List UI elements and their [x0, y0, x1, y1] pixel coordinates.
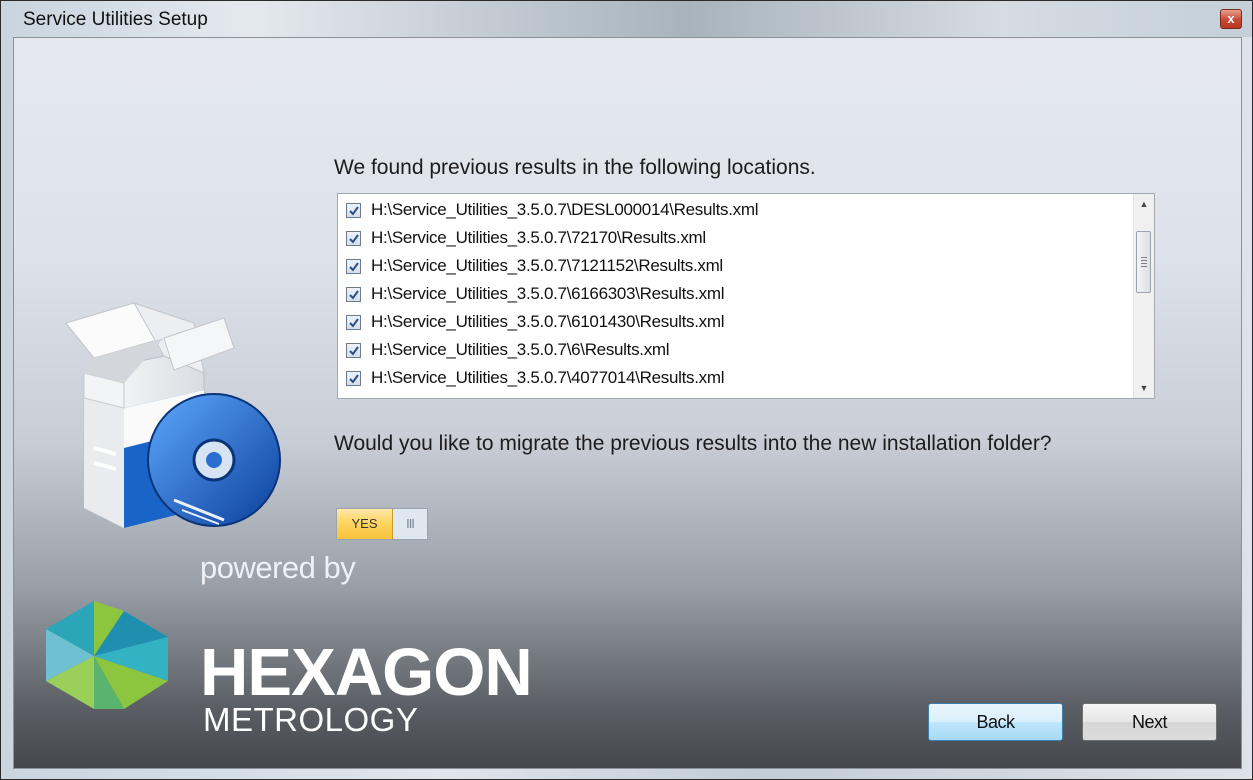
setup-window: Service Utilities Setup x We found previ…	[0, 0, 1253, 780]
result-checkbox[interactable]	[346, 370, 361, 386]
toggle-handle-icon[interactable]: III	[393, 509, 427, 539]
result-checkbox[interactable]	[346, 258, 361, 274]
migrate-question: Would you like to migrate the previous r…	[334, 432, 1052, 455]
result-checkbox[interactable]	[346, 342, 361, 358]
close-button[interactable]: x	[1220, 9, 1242, 29]
next-button[interactable]: Next	[1082, 703, 1217, 741]
scroll-thumb[interactable]	[1136, 231, 1151, 293]
found-results-text: We found previous results in the followi…	[334, 156, 816, 179]
result-checkbox[interactable]	[346, 286, 361, 302]
list-item[interactable]: H:\Service_Utilities_3.5.0.7\6101430\Res…	[346, 309, 724, 335]
result-path: H:\Service_Utilities_3.5.0.7\DESL000014\…	[371, 200, 759, 219]
result-checkbox[interactable]	[346, 230, 361, 246]
brand-name: HEXAGON	[200, 635, 533, 710]
result-checkbox[interactable]	[346, 314, 361, 330]
list-item[interactable]: H:\Service_Utilities_3.5.0.7\72170\Resul…	[346, 225, 706, 251]
list-item[interactable]: H:\Service_Utilities_3.5.0.7\4077014\Res…	[346, 365, 724, 391]
result-path: H:\Service_Utilities_3.5.0.7\6101430\Res…	[371, 312, 725, 331]
powered-by-text: powered by	[200, 550, 356, 585]
back-button[interactable]: Back	[928, 703, 1063, 741]
result-path: H:\Service_Utilities_3.5.0.7\4077014\Res…	[371, 368, 725, 387]
list-item[interactable]: H:\Service_Utilities_3.5.0.7\7121152\Res…	[346, 253, 723, 279]
hexagon-logo-icon	[46, 601, 168, 709]
scroll-up-icon[interactable]: ▲	[1134, 194, 1154, 214]
result-path: H:\Service_Utilities_3.5.0.7\7121152\Res…	[371, 256, 723, 275]
brand-subname: METROLOGY	[203, 701, 419, 738]
window-title: Service Utilities Setup	[23, 9, 208, 30]
list-item[interactable]: H:\Service_Utilities_3.5.0.7\DESL000014\…	[346, 197, 759, 223]
software-box-icon	[65, 302, 281, 529]
scroll-down-icon[interactable]: ▼	[1134, 378, 1154, 398]
migrate-toggle[interactable]: YES III	[336, 508, 428, 540]
list-item[interactable]: H:\Service_Utilities_3.5.0.7\6166303\Res…	[346, 281, 724, 307]
result-path: H:\Service_Utilities_3.5.0.7\6\Results.x…	[371, 340, 670, 359]
result-path: H:\Service_Utilities_3.5.0.7\6166303\Res…	[371, 284, 725, 303]
list-scrollbar[interactable]: ▲ ▼	[1133, 194, 1154, 398]
wizard-page: We found previous results in the followi…	[13, 37, 1242, 769]
results-list[interactable]: H:\Service_Utilities_3.5.0.7\DESL000014\…	[337, 193, 1155, 399]
list-item[interactable]: H:\Service_Utilities_3.5.0.7\6\Results.x…	[346, 337, 670, 363]
result-path: H:\Service_Utilities_3.5.0.7\72170\Resul…	[371, 228, 706, 247]
result-checkbox[interactable]	[346, 202, 361, 218]
title-bar[interactable]: Service Utilities Setup x	[1, 1, 1252, 37]
toggle-yes-label[interactable]: YES	[337, 509, 393, 539]
